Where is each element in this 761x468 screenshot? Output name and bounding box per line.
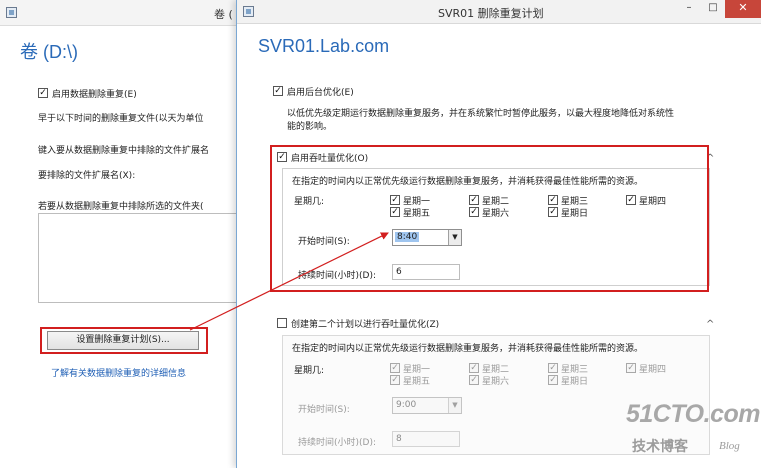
background-opt-label: 启用后台优化(E) bbox=[287, 88, 354, 98]
learn-more-link[interactable]: 了解有关数据删除重复的详细信息 bbox=[51, 366, 186, 379]
second-start-time-value: 9:00 bbox=[396, 400, 417, 410]
second-day-checkbox-tue[interactable]: ✓ bbox=[469, 363, 479, 373]
background-opt-desc-1: 以低优先级定期运行数据删除重复服务，并在系统繁忙时暂停此服务，以最大程度地降低对… bbox=[287, 109, 675, 119]
watermark-subtitle: 技术博客 bbox=[632, 439, 688, 455]
server-heading: SVR01.Lab.com bbox=[258, 36, 390, 56]
second-day-checkbox-mon[interactable]: ✓ bbox=[390, 363, 400, 373]
second-day-label-sat: 星期六 bbox=[482, 377, 510, 387]
volume-window-titlebar[interactable]: 卷 ( bbox=[0, 0, 240, 26]
second-duration-label: 持续时间(小时)(D): bbox=[298, 438, 377, 448]
exclude-folders-text: 若要从数据删除重复中排除所选的文件夹( bbox=[38, 202, 204, 212]
older-than-text: 早于以下时间的删除重复文件(以天为单位 bbox=[38, 114, 204, 124]
second-day-label-fri: 星期五 bbox=[403, 377, 431, 387]
second-schedule-checkbox[interactable] bbox=[277, 318, 287, 328]
second-start-time-select[interactable]: 9:00 ▼ bbox=[392, 397, 462, 414]
second-day-label-thu: 星期四 bbox=[639, 365, 667, 375]
enable-dedup-label: 启用数据删除重复(E) bbox=[52, 90, 137, 100]
window-app-icon bbox=[6, 7, 17, 18]
watermark-blog: Blog bbox=[719, 440, 740, 452]
second-day-checkbox-fri[interactable]: ✓ bbox=[390, 375, 400, 385]
second-duration-input[interactable]: 8 bbox=[392, 431, 460, 447]
set-dedup-schedule-button[interactable]: 设置删除重复计划(S)... bbox=[47, 331, 199, 350]
ext-label: 要排除的文件扩展名(X): bbox=[38, 171, 136, 181]
second-schedule-desc: 在指定的时间内以正常优先级运行数据删除重复服务，并消耗获得最佳性能所需的资源。 bbox=[292, 344, 644, 354]
second-day-checkbox-sun[interactable]: ✓ bbox=[548, 375, 558, 385]
second-day-checkbox-sat[interactable]: ✓ bbox=[469, 375, 479, 385]
close-button[interactable]: ✕ bbox=[725, 0, 761, 18]
second-weekday-label: 星期几: bbox=[294, 366, 325, 376]
second-schedule-label: 创建第二个计划以进行吞吐量优化(Z) bbox=[291, 320, 440, 330]
volume-properties-window: 卷 ( 卷 (D:\) ✓ 启用数据删除重复(E) 早于以下时间的删除重复文件(… bbox=[0, 0, 240, 468]
dialog-titlebar[interactable]: SVR01 删除重复计划 – □ ✕ bbox=[237, 0, 761, 24]
throughput-annotation-box bbox=[270, 145, 709, 292]
background-opt-desc-2: 能的影响。 bbox=[287, 122, 333, 132]
maximize-button[interactable]: □ bbox=[702, 0, 724, 18]
excluded-folders-list[interactable] bbox=[38, 213, 240, 303]
second-day-checkbox-thu[interactable]: ✓ bbox=[626, 363, 636, 373]
second-day-label-sun: 星期日 bbox=[561, 377, 589, 387]
dialog-app-icon bbox=[243, 6, 254, 17]
enable-dedup-checkbox[interactable]: ✓ bbox=[38, 88, 48, 98]
second-start-time-label: 开始时间(S): bbox=[298, 405, 350, 415]
second-dropdown-arrow-icon[interactable]: ▼ bbox=[448, 398, 461, 413]
minimize-button[interactable]: – bbox=[678, 0, 700, 18]
watermark-logo: 51CTO.com bbox=[626, 400, 760, 428]
exclude-ext-text: 键入要从数据删除重复中排除的文件扩展名 bbox=[38, 146, 210, 156]
volume-window-title: 卷 ( bbox=[214, 8, 233, 21]
dialog-title: SVR01 删除重复计划 bbox=[438, 7, 544, 20]
collapse-chevron-icon-2[interactable]: ^ bbox=[706, 320, 714, 330]
background-opt-checkbox[interactable]: ✓ bbox=[273, 86, 283, 96]
second-day-checkbox-wed[interactable]: ✓ bbox=[548, 363, 558, 373]
volume-heading: 卷 (D:\) bbox=[20, 42, 78, 62]
